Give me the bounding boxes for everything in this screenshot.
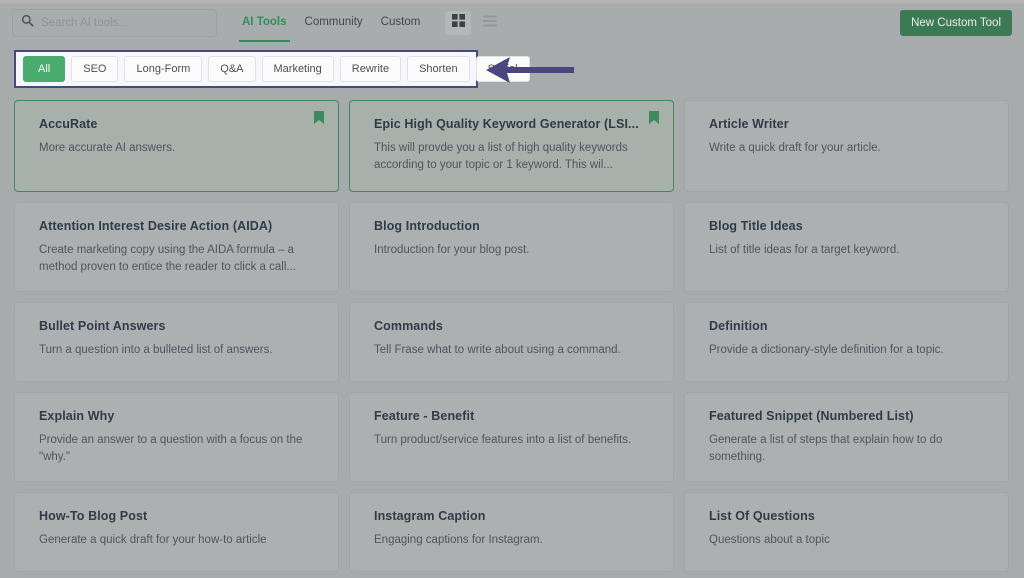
bookmark-icon[interactable] [314,111,324,129]
filter-pill-rewrite[interactable]: Rewrite [339,56,402,82]
tool-card[interactable]: AccuRate More accurate AI answers. [14,100,339,192]
tool-card[interactable]: Article Writer Write a quick draft for yo… [684,100,1009,192]
tab-ai-tools[interactable]: AI Tools [233,3,296,42]
tool-card-description: Provide a dictionary-style definition fo… [709,344,944,356]
tool-card[interactable]: Bullet Point Answers Turn a question into… [14,302,339,382]
filter-pill-marketing[interactable]: Marketing [261,56,334,82]
tool-card-title: AccuRate [39,117,98,131]
tool-card-description: Turn product/service features into a lis… [374,434,632,446]
filter-pill-seo[interactable]: SEO [71,56,119,82]
tool-card-description: List of title ideas for a target keyword… [709,244,900,256]
filter-pills-highlight-region: All SEO Long-Form Q&A Marketing Rewrite … [14,50,530,88]
tool-card-description: Generate a list of steps that explain ho… [709,434,943,464]
tab-community[interactable]: Community [296,3,372,42]
tool-card-description: Questions about a topic [709,534,830,546]
search-box[interactable] [12,8,217,37]
tool-card-title: How-To Blog Post [39,509,148,523]
tool-card-description: This will provde you a list of high qual… [374,142,628,172]
list-view-button[interactable] [477,11,503,35]
tool-card-title: Commands [374,319,443,333]
annotation-arrow-icon [484,52,576,88]
app-header: AI Tools Community Custom [0,3,1024,42]
grid-view-button[interactable] [445,10,472,35]
tool-card-description: Create marketing copy using the AIDA for… [39,244,296,274]
primary-tabs: AI Tools Community Custom [233,3,429,42]
tool-card[interactable]: Featured Snippet (Numbered List) Generate… [684,392,1009,482]
tool-card-description: Tell Frase what to write about using a c… [374,344,621,356]
view-mode-toggles [445,10,503,35]
tool-card-title: Blog Title Ideas [709,219,803,233]
tool-card-description: Provide an answer to a question with a f… [39,434,303,464]
tool-card-description: Engaging captions for Instagram. [374,534,543,546]
search-input[interactable] [41,16,201,29]
filter-pill-shorten[interactable]: Shorten [407,56,470,82]
tool-card[interactable]: Blog Title Ideas List of title ideas for … [684,202,1009,292]
tool-card-description: Turn a question into a bulleted list of … [39,344,273,356]
tool-card[interactable]: List Of Questions Questions about a topic [684,492,1009,572]
tool-card[interactable]: Definition Provide a dictionary-style def… [684,302,1009,382]
tool-card[interactable]: Epic High Quality Keyword Generator (LSI… [349,100,674,192]
grid-icon [451,13,465,32]
tool-card[interactable]: Instagram Caption Engaging captions for I… [349,492,674,572]
tool-card-grid: AccuRate More accurate AI answers. Epic Hi… [14,100,1010,572]
search-icon [21,14,34,32]
list-icon [483,14,498,32]
tool-card-title: Bullet Point Answers [39,319,166,333]
tool-card-title: Featured Snippet (Numbered List) [709,409,914,423]
filter-pill-qa[interactable]: Q&A [208,56,256,82]
tool-card-title: Blog Introduction [374,219,480,233]
tool-card-title: Article Writer [709,117,789,131]
filter-pill-long-form[interactable]: Long-Form [124,56,203,82]
tool-card[interactable]: Attention Interest Desire Action (AIDA) C… [14,202,339,292]
tool-card[interactable]: How-To Blog Post Generate a quick draft f… [14,492,339,572]
tool-card-title: Feature - Benefit [374,409,475,423]
bookmark-icon[interactable] [649,111,659,129]
tool-card[interactable]: Blog Introduction Introduction for your b… [349,202,674,292]
new-custom-tool-button[interactable]: New Custom Tool [900,9,1012,36]
tool-card-description: Write a quick draft for your article. [709,142,881,154]
tool-card-description: Introduction for your blog post. [374,244,530,256]
tool-card-title: Explain Why [39,409,115,423]
tool-card[interactable]: Feature - Benefit Turn product/service fe… [349,392,674,482]
tool-card-title: List Of Questions [709,509,815,523]
tool-card-title: Definition [709,319,768,333]
filter-pill-all[interactable]: All [23,56,66,82]
tab-custom[interactable]: Custom [372,3,430,42]
tool-card-title: Instagram Caption [374,509,486,523]
tool-card[interactable]: Explain Why Provide an answer to a questi… [14,392,339,482]
tool-card-description: Generate a quick draft for your how-to a… [39,534,267,546]
tool-card-title: Epic High Quality Keyword Generator (LSI… [374,117,639,131]
tool-card-description: More accurate AI answers. [39,142,176,154]
tool-card[interactable]: Commands Tell Frase what to write about u… [349,302,674,382]
tool-card-title: Attention Interest Desire Action (AIDA) [39,219,273,233]
